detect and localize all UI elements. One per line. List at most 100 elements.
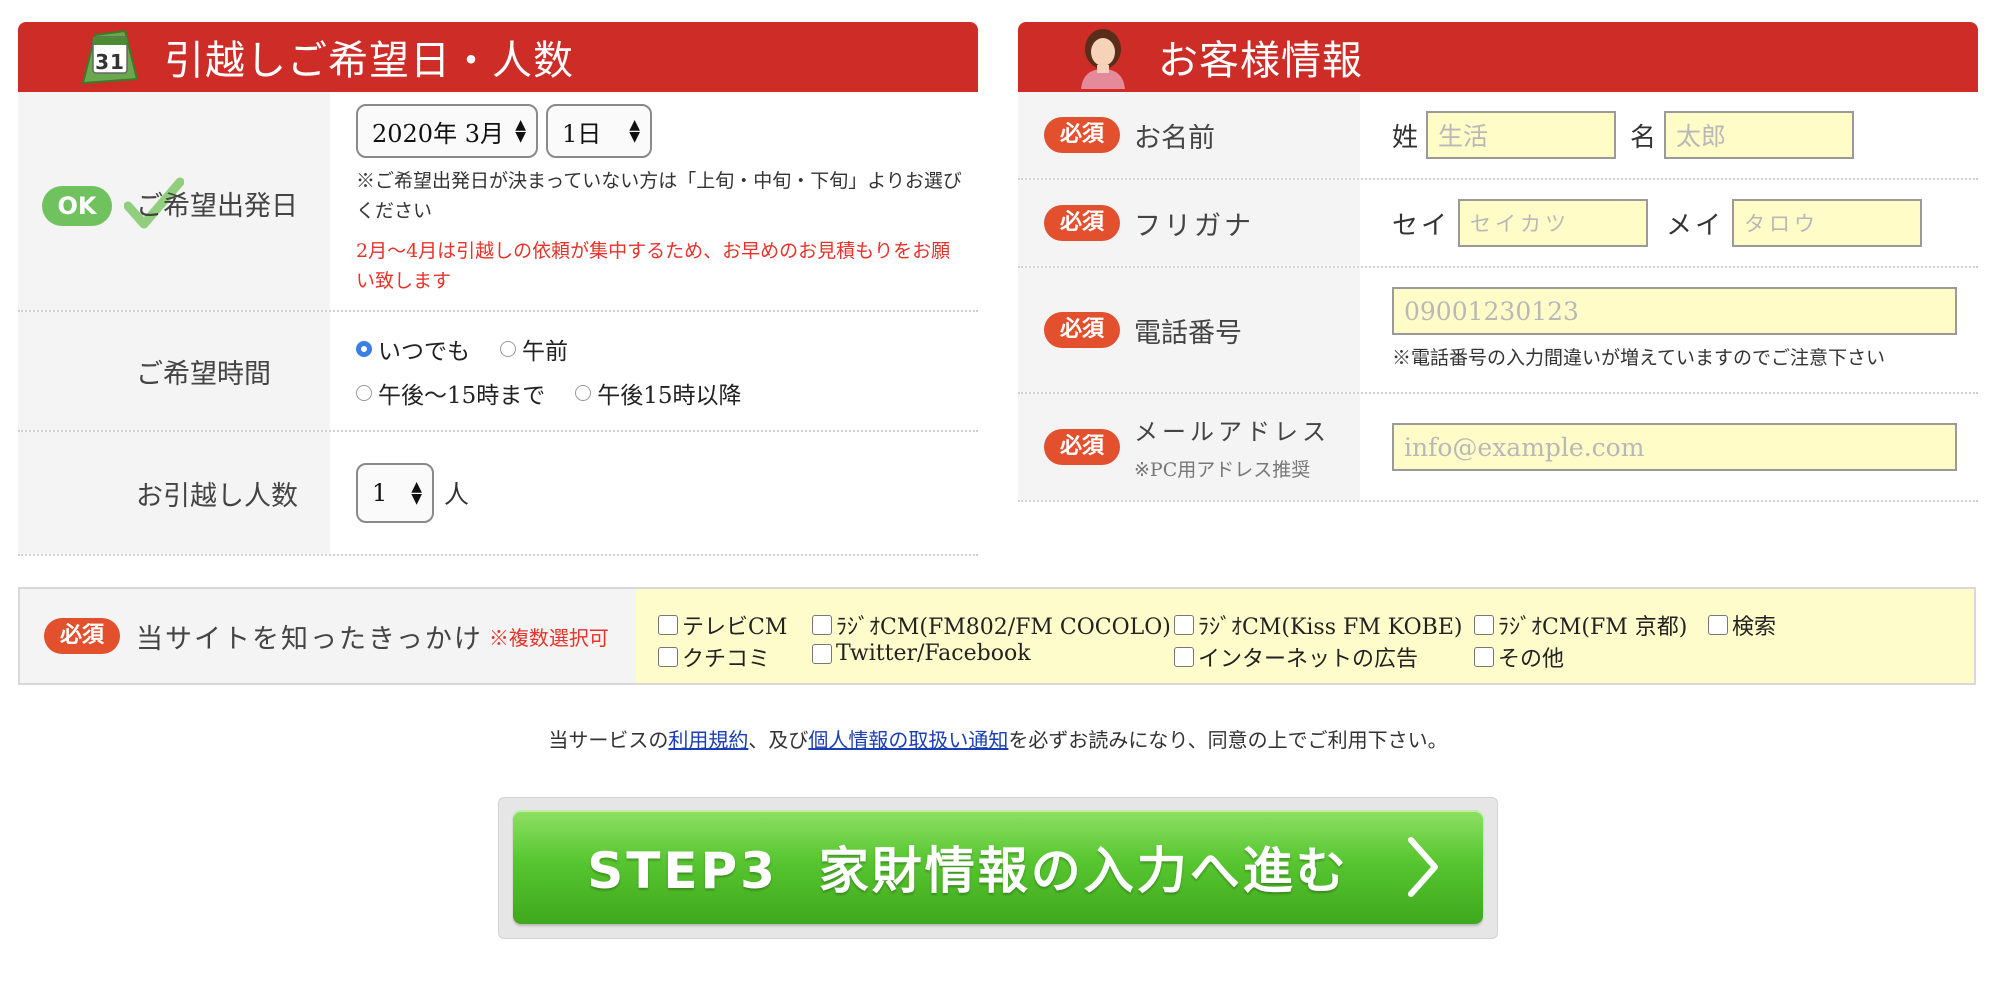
name-row: 必須 お名前 姓 生活 名 太郎: [1018, 92, 1978, 180]
radio-icon: [356, 385, 372, 401]
privacy-link[interactable]: 個人情報の取扱い通知: [808, 728, 1008, 752]
first-name-label: 名: [1630, 122, 1657, 153]
email-label: メールアドレス: [1134, 418, 1330, 446]
phone-value-cell: 09001230123 ※電話番号の入力間違いが増えていますのでご注意下さい: [1360, 268, 1978, 392]
name-label-cell: 必須 お名前: [1018, 92, 1360, 178]
source-option-tv-cm[interactable]: テレビCM: [658, 609, 787, 641]
kana-row: 必須 フリガナ セイ セイカツ メイ タロウ: [1018, 180, 1978, 268]
phone-input[interactable]: 09001230123: [1392, 287, 1957, 335]
phone-label-cell: 必須 電話番号: [1018, 268, 1360, 392]
time-option-after-15[interactable]: 午後15時以降: [575, 376, 742, 410]
departure-date-label: ご希望出発日: [136, 191, 298, 222]
email-sublabel: ※PC用アドレス推奨: [1134, 459, 1311, 481]
email-label-group: メールアドレス ※PC用アドレス推奨: [1134, 412, 1330, 482]
people-row: お引越し人数 1 ▲ ▼ 人: [18, 432, 978, 556]
people-unit: 人: [444, 480, 470, 509]
source-option-search[interactable]: 検索: [1708, 609, 1776, 641]
multi-select-note: ※複数選択可: [488, 625, 609, 650]
checkbox-icon: [1174, 647, 1194, 667]
radio-icon: [575, 385, 592, 401]
chevron-right-icon: [1403, 832, 1443, 914]
checkbox-icon: [1708, 615, 1728, 635]
source-option-other[interactable]: その他: [1474, 641, 1564, 673]
last-kana-label: セイ: [1392, 210, 1451, 241]
people-label-cell: お引越し人数: [18, 432, 330, 554]
checkbox-icon: [658, 615, 678, 635]
source-option-radio-fm802[interactable]: ﾗｼﾞｵCM(FM802/FM COCOLO): [812, 609, 1171, 641]
checkbox-icon: [658, 647, 678, 667]
departure-date-note: ※ご希望出発日が決まっていない方は「上旬・中旬・下旬」よりお選びください: [356, 170, 962, 222]
email-value-cell: info@example.com: [1360, 394, 1978, 500]
departure-date-label-cell: OK ご希望出発日: [18, 92, 330, 310]
source-row: 必須 当サイトを知ったきっかけ ※複数選択可 テレビCM ﾗｼﾞｵCM(FM80…: [18, 587, 1976, 685]
day-select[interactable]: 1日 ▲ ▼: [546, 104, 652, 158]
time-option-anytime[interactable]: いつでも: [356, 332, 470, 366]
kana-label: フリガナ: [1134, 210, 1254, 242]
source-option-radio-fm-kyoto[interactable]: ﾗｼﾞｵCM(FM 京都): [1474, 609, 1687, 641]
source-label-cell: 必須 当サイトを知ったきっかけ ※複数選択可: [20, 589, 636, 683]
people-label: お引越し人数: [136, 480, 298, 512]
year-month-select[interactable]: 2020年 3月 ▲ ▼: [356, 104, 538, 158]
departure-date-value-cell: 2020年 3月 ▲ ▼ 1日 ▲ ▼ ※ご希望出発日が決まっていない方は「上旬・中…: [330, 92, 978, 310]
move-panel: 31 引越しご希望日・人数 OK ご希望出発日 2020年 3月 ▲ ▼ 1日 ▲…: [18, 22, 978, 556]
required-badge: 必須: [44, 618, 120, 654]
kana-value-cell: セイ セイカツ メイ タロウ: [1360, 180, 1978, 266]
email-label-cell: 必須 メールアドレス ※PC用アドレス推奨: [1018, 394, 1360, 500]
required-badge: 必須: [1044, 312, 1120, 348]
time-option-morning[interactable]: 午前: [500, 332, 568, 366]
checkbox-icon: [812, 615, 832, 635]
time-label: ご希望時間: [136, 358, 271, 390]
time-option-afternoon-until-15[interactable]: 午後〜15時まで: [356, 376, 545, 410]
ok-badge: OK: [42, 186, 112, 226]
first-name-input[interactable]: 太郎: [1664, 111, 1855, 159]
checkbox-icon: [1174, 615, 1194, 635]
email-input[interactable]: info@example.com: [1392, 423, 1957, 471]
customer-panel: お客様情報 必須 お名前 姓 生活 名 太郎 必須 フリガナ セイ セイカツ メ…: [1018, 22, 1978, 502]
last-kana-input[interactable]: セイカツ: [1458, 199, 1649, 247]
move-panel-header: 31 引越しご希望日・人数: [18, 22, 978, 92]
name-label: お名前: [1134, 122, 1215, 154]
people-select[interactable]: 1 ▲ ▼: [356, 463, 434, 523]
required-badge: 必須: [1044, 205, 1120, 241]
move-panel-title: 引越しご希望日・人数: [164, 38, 574, 84]
customer-panel-title: お客様情報: [1158, 38, 1363, 84]
calendar-icon: 31: [74, 25, 144, 89]
time-row: ご希望時間 いつでも 午前 午後〜15時まで 午後15時以降: [18, 312, 978, 432]
time-label-cell: ご希望時間: [18, 312, 330, 430]
radio-icon: [500, 341, 516, 357]
name-value-cell: 姓 生活 名 太郎: [1360, 92, 1978, 178]
first-kana-label: メイ: [1666, 210, 1725, 241]
departure-date-row: OK ご希望出発日 2020年 3月 ▲ ▼ 1日 ▲ ▼ ※ご希望出発日が決まって…: [18, 92, 978, 312]
source-options: テレビCM ﾗｼﾞｵCM(FM802/FM COCOLO) ﾗｼﾞｵCM(Kis…: [636, 589, 1974, 683]
email-row: 必須 メールアドレス ※PC用アドレス推奨 info@example.com: [1018, 394, 1978, 502]
last-name-input[interactable]: 生活: [1426, 111, 1617, 159]
agreement-text: 当サービスの利用規約、及び個人情報の取扱い通知を必ずお読みになり、同意の上でご利…: [548, 728, 1448, 752]
source-option-word-of-mouth[interactable]: クチコミ: [658, 641, 770, 673]
source-option-twitter-facebook[interactable]: Twitter/Facebook: [812, 641, 1031, 666]
submit-button-label: STEP3 家財情報の入力へ進む: [587, 842, 1349, 900]
step3-submit-button[interactable]: STEP3 家財情報の入力へ進む: [513, 810, 1483, 924]
checkbox-icon: [1474, 615, 1494, 635]
last-name-label: 姓: [1392, 122, 1419, 153]
phone-note: ※電話番号の入力間違いが増えていますのでご注意下さい: [1392, 347, 1886, 369]
people-value-cell: 1 ▲ ▼ 人: [330, 432, 978, 554]
checkbox-icon: [812, 643, 832, 664]
source-label: 当サイトを知ったきっかけ: [136, 623, 483, 655]
phone-row: 必須 電話番号 09001230123 ※電話番号の入力間違いが増えていますので…: [1018, 268, 1978, 394]
submit-button-frame: STEP3 家財情報の入力へ進む: [498, 797, 1498, 939]
select-arrows-icon: ▲ ▼: [515, 117, 526, 145]
select-arrows-icon: ▲ ▼: [629, 117, 640, 145]
terms-link[interactable]: 利用規約: [668, 728, 748, 752]
required-badge: 必須: [1044, 117, 1120, 153]
select-arrows-icon: ▲ ▼: [411, 479, 422, 507]
kana-label-cell: 必須 フリガナ: [1018, 180, 1360, 266]
customer-panel-header: お客様情報: [1018, 22, 1978, 92]
first-kana-input[interactable]: タロウ: [1732, 199, 1923, 247]
required-badge: 必須: [1044, 429, 1120, 465]
person-icon: [1068, 25, 1138, 89]
phone-label: 電話番号: [1134, 317, 1242, 349]
checkbox-icon: [1474, 647, 1494, 667]
source-option-internet-ads[interactable]: インターネットの広告: [1174, 641, 1418, 673]
svg-text:31: 31: [95, 50, 125, 74]
source-option-radio-kiss-fm[interactable]: ﾗｼﾞｵCM(Kiss FM KOBE): [1174, 609, 1462, 641]
